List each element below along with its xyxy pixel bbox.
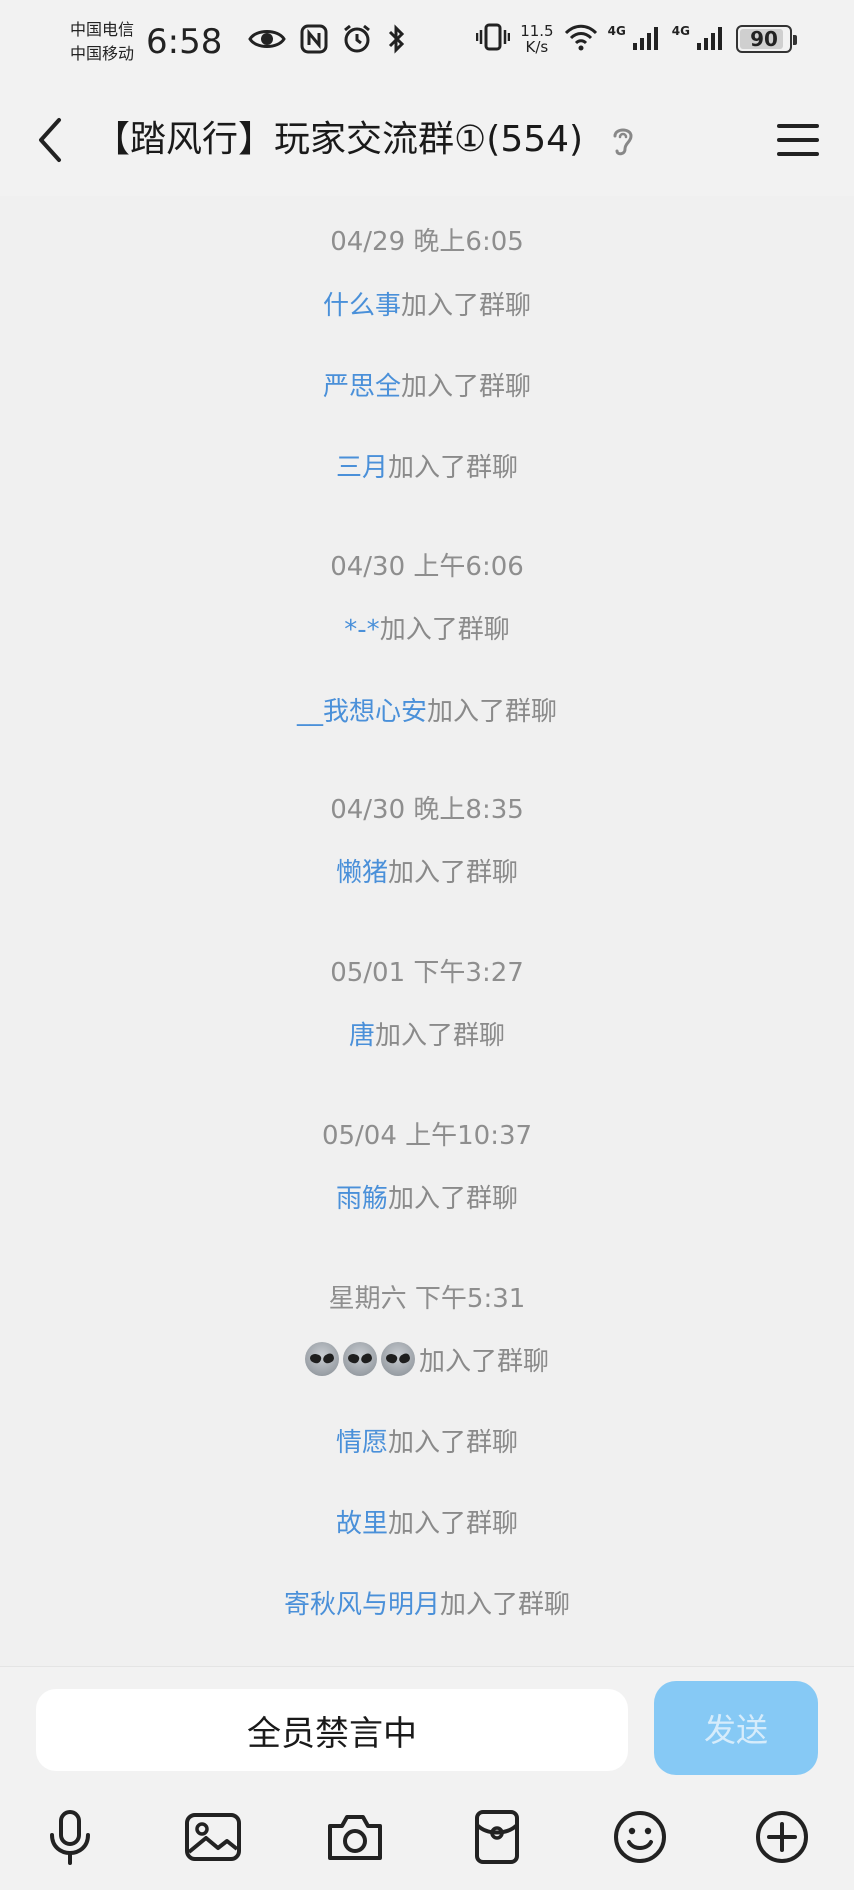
eye-icon [248, 26, 286, 56]
message-input-muted[interactable]: 全员禁言中 [36, 1689, 628, 1771]
input-toolbar [0, 1797, 854, 1877]
member-name-link[interactable]: 唐 [349, 1021, 375, 1051]
member-name-link[interactable]: 故里 [336, 1509, 388, 1539]
network-type-1: 4G [607, 24, 626, 38]
system-message: 寄秋风与明月加入了群聊 [0, 1585, 854, 1625]
system-message: 情愿加入了群聊 [0, 1423, 854, 1463]
system-message: 三月加入了群聊 [0, 448, 854, 488]
joined-text: 加入了群聊 [388, 1428, 519, 1458]
joined-text: 加入了群聊 [440, 1590, 571, 1620]
timestamp: 04/29 晚上6:05 [330, 227, 524, 257]
joined-text: 加入了群聊 [388, 858, 519, 888]
member-name-link[interactable]: 雨觞 [336, 1184, 388, 1214]
member-name-link[interactable]: 懒猪 [336, 858, 388, 888]
emoji-button[interactable] [608, 1805, 672, 1869]
member-name-link[interactable] [304, 1342, 419, 1377]
joined-text: 加入了群聊 [375, 1021, 506, 1051]
signal-icon [632, 23, 662, 55]
member-name-link[interactable]: 严思全 [323, 372, 401, 402]
input-bar: 全员禁言中 发送 [0, 1666, 854, 1890]
back-button[interactable] [22, 112, 78, 168]
emoji-icon [614, 1811, 666, 1863]
status-time: 6:58 [146, 22, 223, 62]
chat-header: 【踏风行】玩家交流群①(554) [0, 84, 854, 196]
system-message: 雨觞加入了群聊 [0, 1179, 854, 1219]
camera-button[interactable] [323, 1805, 387, 1869]
alien-emoji-icon [380, 1342, 415, 1376]
joined-text: 加入了群聊 [401, 372, 532, 402]
status-icons-left [248, 24, 406, 58]
image-button[interactable] [181, 1805, 245, 1869]
net-speed: 11.5 K/s [520, 22, 554, 56]
system-message: 唐加入了群聊 [0, 1016, 854, 1056]
member-name-link[interactable]: 三月 [336, 453, 388, 483]
joined-text: 加入了群聊 [418, 1347, 549, 1377]
alarm-icon [342, 24, 372, 58]
joined-text: 加入了群聊 [401, 291, 532, 321]
member-name-link[interactable]: 寄秋风与明月 [284, 1590, 440, 1620]
hamburger-menu-icon [777, 124, 819, 156]
ear-icon[interactable] [608, 122, 638, 160]
member-name-link[interactable]: __我想心安 [297, 697, 427, 727]
status-bar: 中国电信 中国移动 6:58 11.5 K/s 4G 4G 90 [0, 0, 854, 84]
battery-icon: 90 [736, 25, 797, 53]
timestamp: 05/04 上午10:37 [321, 1121, 533, 1151]
battery-percent: 90 [750, 27, 778, 51]
send-button[interactable]: 发送 [654, 1681, 818, 1775]
system-message: 懒猪加入了群聊 [0, 853, 854, 893]
message-list[interactable]: 04/29 晚上6:05 什么事加入了群聊 严思全加入了群聊 三月加入了群聊 0… [0, 196, 854, 1666]
alien-emoji-icon [342, 1342, 377, 1376]
carrier-1: 中国电信 [70, 20, 135, 39]
vibrate-icon [475, 22, 511, 56]
member-name-link[interactable]: 情愿 [336, 1428, 388, 1458]
carrier-2: 中国移动 [70, 44, 135, 63]
menu-button[interactable] [770, 112, 826, 168]
wifi-icon [564, 23, 598, 55]
chat-title[interactable]: 【踏风行】玩家交流群①(554) [94, 114, 583, 166]
system-message: 什么事加入了群聊 [0, 286, 854, 326]
chevron-left-icon [39, 118, 61, 162]
voice-button[interactable] [38, 1805, 102, 1869]
timestamp: 04/30 晚上8:35 [330, 795, 524, 825]
microphone-icon [50, 1810, 90, 1865]
plus-icon [756, 1811, 808, 1863]
joined-text: 加入了群聊 [388, 1184, 519, 1214]
member-name-link[interactable]: *-* [344, 615, 379, 645]
red-packet-icon [475, 1810, 519, 1864]
timestamp: 星期六 下午5:31 [328, 1284, 526, 1314]
timestamp: 05/01 下午3:27 [330, 958, 524, 988]
system-message: 严思全加入了群聊 [0, 367, 854, 407]
red-packet-button[interactable] [465, 1805, 529, 1869]
camera-icon [328, 1815, 382, 1860]
system-message: 加入了群聊 [0, 1342, 854, 1382]
joined-text: 加入了群聊 [427, 697, 558, 727]
system-message: __我想心安加入了群聊 [0, 692, 854, 732]
image-icon [185, 1813, 241, 1861]
system-message: *-*加入了群聊 [0, 610, 854, 650]
member-name-link[interactable]: 什么事 [323, 291, 401, 321]
signal-icon [696, 23, 726, 55]
more-button[interactable] [750, 1805, 814, 1869]
nfc-icon [300, 24, 328, 58]
bluetooth-icon [386, 24, 406, 58]
system-message: 故里加入了群聊 [0, 1504, 854, 1544]
timestamp: 04/30 上午6:06 [330, 552, 524, 582]
status-icons-right: 11.5 K/s 4G 4G 90 [475, 22, 797, 56]
carrier-labels: 中国电信 中国移动 [70, 18, 134, 66]
alien-emoji-icon [304, 1342, 339, 1376]
joined-text: 加入了群聊 [379, 615, 510, 645]
network-type-2: 4G [671, 24, 690, 38]
joined-text: 加入了群聊 [388, 1509, 519, 1539]
joined-text: 加入了群聊 [388, 453, 519, 483]
